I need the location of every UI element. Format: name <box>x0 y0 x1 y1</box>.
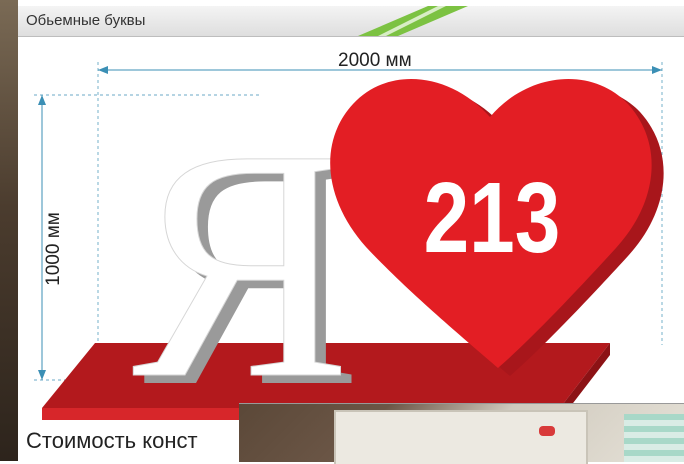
letter-ya: Я Я <box>132 82 364 456</box>
width-label: 2000 мм <box>338 50 412 71</box>
photo-stairs <box>624 414 684 462</box>
cost-text: Стоимость конст <box>26 428 198 453</box>
svg-text:Я: Я <box>132 82 352 447</box>
height-label: 1000 мм <box>43 212 64 286</box>
overlay-photo[interactable] <box>239 403 684 464</box>
photo-sticker <box>539 426 555 436</box>
heart-number: 213 <box>424 162 561 274</box>
photo-panel <box>334 410 588 464</box>
